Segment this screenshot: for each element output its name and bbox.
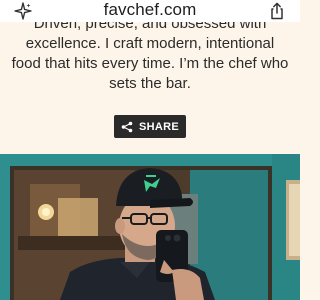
page: favchef.com Driven, precise, and obsesse… — [0, 0, 300, 300]
share-button-label: SHARE — [138, 120, 179, 133]
address-bar[interactable]: favchef.com — [40, 0, 260, 22]
bio-line: sets the bar. — [109, 75, 191, 92]
bio-line: food that hits every time. I’m the chef … — [11, 55, 289, 72]
share-button[interactable]: SHARE — [114, 115, 186, 138]
bio-line: excellence. I craft modern, intentional — [25, 35, 275, 52]
bio-line: Driven, precise, and obsessed with — [33, 22, 267, 32]
bio-text: Driven, precise, and obsessed with excel… — [0, 22, 300, 94]
sparkle-icon[interactable] — [13, 1, 33, 21]
share-nodes-icon — [121, 121, 133, 133]
profile-photo — [0, 154, 300, 300]
browser-toolbar: favchef.com — [0, 0, 300, 22]
bio-section: Driven, precise, and obsessed with excel… — [0, 22, 300, 154]
share-icon[interactable] — [267, 1, 287, 21]
